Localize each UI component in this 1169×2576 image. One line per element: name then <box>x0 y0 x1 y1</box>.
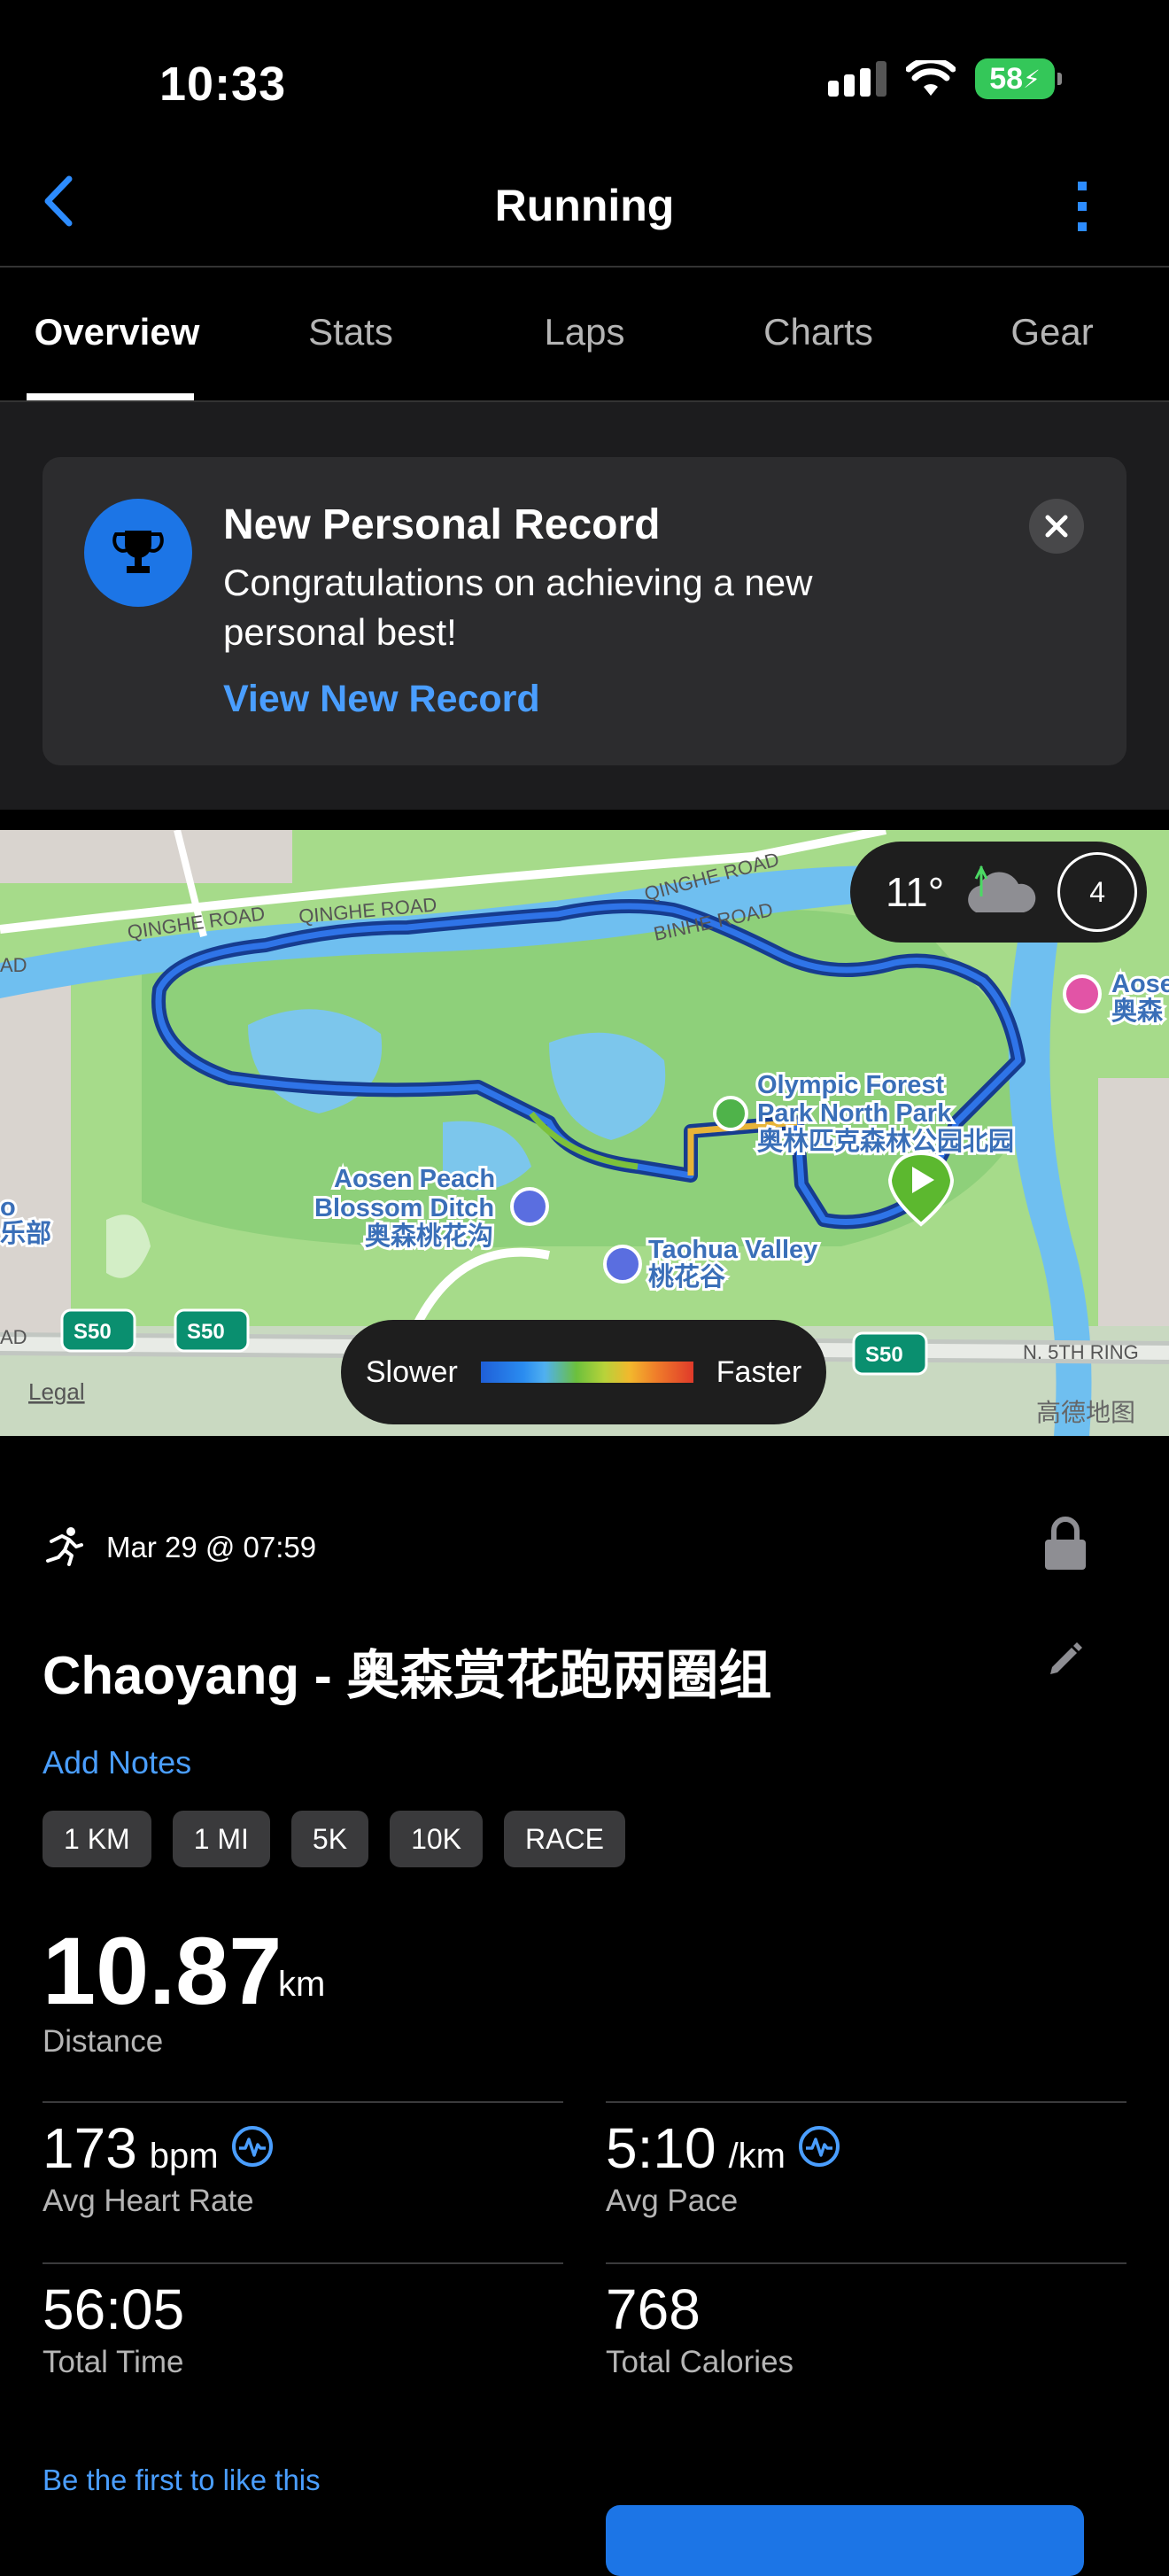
record-title: New Personal Record <box>223 501 661 548</box>
weather-pill: 11° 4 <box>850 842 1147 943</box>
lock-icon <box>1045 1517 1086 1570</box>
map-label-aosen-en-2: Blossom Ditch <box>314 1194 494 1222</box>
charging-bolt-icon: ⚡ <box>1023 65 1041 93</box>
map-label-edge-left-en: o <box>0 1193 16 1222</box>
add-notes-link[interactable]: Add Notes <box>43 1744 191 1781</box>
map-label-olympic-en-2: Park North Park <box>757 1099 952 1128</box>
primary-action-button[interactable] <box>606 2505 1084 2576</box>
distance-unit: km <box>278 1965 326 2004</box>
map-shield-s50-3: S50 <box>865 1343 903 1367</box>
like-prompt-link[interactable]: Be the first to like this <box>43 2463 321 2497</box>
stat-divider <box>606 2101 1126 2103</box>
map-label-edge-right-en: Aose <box>1111 970 1169 998</box>
activity-date: Mar 29 @ 07:59 <box>106 1531 317 1563</box>
chip-race[interactable]: RACE <box>504 1811 625 1867</box>
map-label-edge-ad-2: AD <box>0 1326 27 1348</box>
heart-rate-info-icon[interactable] <box>231 2125 274 2168</box>
close-icon <box>1045 515 1068 538</box>
more-options-button[interactable] <box>1070 180 1095 237</box>
activity-title: Chaoyang - 奥森赏花跑两圈组 <box>43 1646 772 1705</box>
status-time: 10:33 <box>159 58 287 111</box>
status-icons: 58 ⚡ <box>828 58 1062 99</box>
tab-charts[interactable]: Charts <box>701 266 935 399</box>
stat-divider <box>43 2262 563 2264</box>
calories-label: Total Calories <box>606 2345 794 2379</box>
map-shield-s50-2: S50 <box>187 1320 225 1344</box>
map-shield-s50-1: S50 <box>74 1320 112 1344</box>
legend-slower: Slower <box>365 1354 458 1389</box>
tab-bar: Overview Stats Laps Charts Gear <box>0 266 1169 400</box>
chip-10k[interactable]: 10K <box>390 1811 483 1867</box>
chip-1km[interactable]: 1 KM <box>43 1811 151 1867</box>
record-message: Congratulations on achieving a new perso… <box>223 562 813 653</box>
edit-title-button[interactable] <box>1047 1641 1084 1682</box>
weather-temp: 11° <box>886 869 945 915</box>
stat-divider <box>43 2101 563 2103</box>
battery-level: 58 <box>989 61 1024 96</box>
map-label-n5th-ring: N. 5TH RING <box>1023 1341 1139 1363</box>
pace-unit: /km <box>728 2137 786 2176</box>
total-time-label: Total Time <box>43 2345 184 2379</box>
map-label-edge-right-cn: 奥森 <box>1111 997 1164 1026</box>
pencil-icon <box>1050 1642 1082 1674</box>
chip-5k[interactable]: 5K <box>290 1811 369 1867</box>
cloud-icon <box>968 865 1036 912</box>
tab-laps[interactable]: Laps <box>468 266 701 399</box>
pace-gradient <box>480 1362 693 1383</box>
page-title: Running <box>494 181 675 230</box>
total-time-value: 56:05 <box>43 2277 185 2341</box>
view-record-link[interactable]: View New Record <box>223 678 540 721</box>
dismiss-record-button[interactable] <box>1029 499 1084 554</box>
wifi-icon <box>906 60 956 96</box>
heart-rate-label: Avg Heart Rate <box>43 2184 254 2218</box>
trophy-icon <box>84 499 192 607</box>
tab-gear[interactable]: Gear <box>935 266 1169 399</box>
map-label-aosen-en-1: Aosen Peach <box>334 1165 495 1193</box>
map-label-olympic-cn: 奥林匹克森林公园北园 <box>757 1127 1014 1156</box>
legend-faster: Faster <box>716 1354 802 1389</box>
heart-rate-unit: bpm <box>149 2137 219 2176</box>
distance-value: 10.87 <box>43 1917 283 2024</box>
kebab-menu-icon <box>1078 182 1087 231</box>
weather-badge: 4 <box>1057 852 1138 932</box>
pace-value: 5:10 <box>606 2116 716 2180</box>
chip-1mi[interactable]: 1 MI <box>172 1811 270 1867</box>
pace-info-icon[interactable] <box>798 2125 840 2168</box>
map-legal-link: Legal <box>28 1378 85 1405</box>
pace-row: 5:10 /km <box>606 2115 840 2181</box>
weather-badge-value: 4 <box>1089 875 1106 908</box>
map-label-taohua-cn: 桃花谷 <box>648 1262 726 1292</box>
signal-icon <box>828 61 886 97</box>
tab-stats[interactable]: Stats <box>234 266 468 399</box>
distance-label: Distance <box>43 2024 164 2059</box>
privacy-lock-button[interactable] <box>1043 1517 1088 1576</box>
map-label-olympic-en-1: Olympic Forest <box>757 1071 944 1099</box>
calories-value: 768 <box>606 2277 701 2341</box>
running-icon <box>43 1525 85 1572</box>
stat-divider <box>606 2262 1126 2264</box>
map-label-edge-ad-1: AD <box>0 954 27 976</box>
pace-legend: Slower Faster <box>341 1320 826 1424</box>
tab-overview[interactable]: Overview <box>0 266 234 400</box>
map-label-aosen-cn: 奥森桃花沟 <box>365 1222 493 1251</box>
heart-rate-row: 173 bpm <box>43 2115 274 2181</box>
heart-rate-value: 173 <box>43 2116 137 2180</box>
map-provider: 高德地图 <box>1036 1398 1135 1427</box>
map-label-taohua-en: Taohua Valley <box>648 1236 817 1264</box>
pace-label: Avg Pace <box>606 2184 739 2218</box>
battery-icon: 58 ⚡ <box>975 58 1062 99</box>
map-label-edge-left-cn: 乐部 <box>0 1218 51 1248</box>
segment-chips: 1 KM 1 MI 5K 10K RACE <box>43 1811 625 1867</box>
